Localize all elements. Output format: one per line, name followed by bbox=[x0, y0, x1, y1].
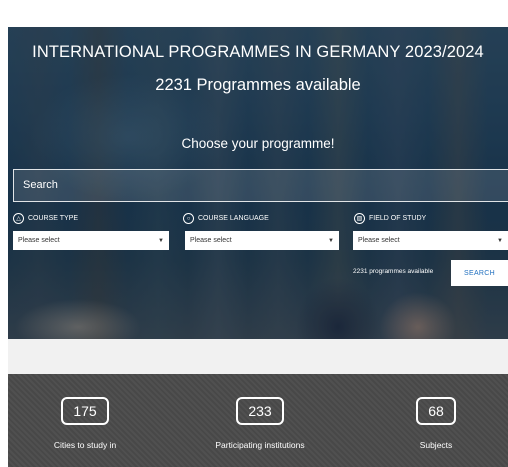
stat-subjects-label: Subjects bbox=[419, 440, 453, 450]
section-divider bbox=[8, 339, 508, 374]
field-of-study-label-text: FIELD OF STUDY bbox=[369, 215, 427, 222]
stat-cities-value: 175 bbox=[61, 397, 109, 425]
stat-institutions: 233 Participating institutions bbox=[208, 397, 312, 450]
stats-section: 175 Cities to study in 233 Participating… bbox=[8, 374, 508, 467]
course-type-select-value: Please select bbox=[18, 237, 60, 244]
field-of-study-select-value: Please select bbox=[358, 237, 400, 244]
field-of-study-select[interactable]: Please select ▼ bbox=[353, 231, 508, 250]
speech-bubble-icon: ○ bbox=[183, 213, 194, 224]
course-language-select[interactable]: Please select ▼ bbox=[185, 231, 339, 250]
results-count: 2231 programmes available bbox=[353, 268, 434, 275]
search-button[interactable]: SEARCH bbox=[451, 260, 508, 286]
course-type-label-text: COURSE TYPE bbox=[28, 215, 79, 222]
stat-institutions-label: Participating institutions bbox=[215, 440, 305, 450]
hero-banner: INTERNATIONAL PROGRAMMES IN GERMANY 2023… bbox=[8, 27, 508, 339]
chevron-down-icon: ▼ bbox=[158, 237, 164, 244]
stat-subjects: 68 Subjects bbox=[412, 397, 460, 450]
chevron-down-icon: ▼ bbox=[497, 237, 503, 244]
programmes-count-heading: 2231 Programmes available bbox=[155, 76, 361, 94]
course-language-label: ○ COURSE LANGUAGE bbox=[183, 213, 269, 224]
stat-cities: 175 Cities to study in bbox=[54, 397, 116, 450]
books-icon: ▧ bbox=[354, 213, 365, 224]
course-language-label-text: COURSE LANGUAGE bbox=[198, 215, 269, 222]
stat-cities-label: Cities to study in bbox=[53, 440, 117, 450]
course-type-label: △ COURSE TYPE bbox=[13, 213, 78, 224]
field-of-study-label: ▧ FIELD OF STUDY bbox=[354, 213, 426, 224]
mortarboard-icon: △ bbox=[13, 213, 24, 224]
stat-institutions-value: 233 bbox=[236, 397, 284, 425]
course-type-select[interactable]: Please select ▼ bbox=[13, 231, 169, 250]
search-input[interactable]: Search bbox=[13, 169, 508, 202]
choose-programme-heading: Choose your programme! bbox=[181, 136, 335, 151]
page-title: INTERNATIONAL PROGRAMMES IN GERMANY 2023… bbox=[32, 43, 484, 61]
stat-subjects-value: 68 bbox=[416, 397, 456, 425]
chevron-down-icon: ▼ bbox=[328, 237, 334, 244]
course-language-select-value: Please select bbox=[190, 237, 232, 244]
